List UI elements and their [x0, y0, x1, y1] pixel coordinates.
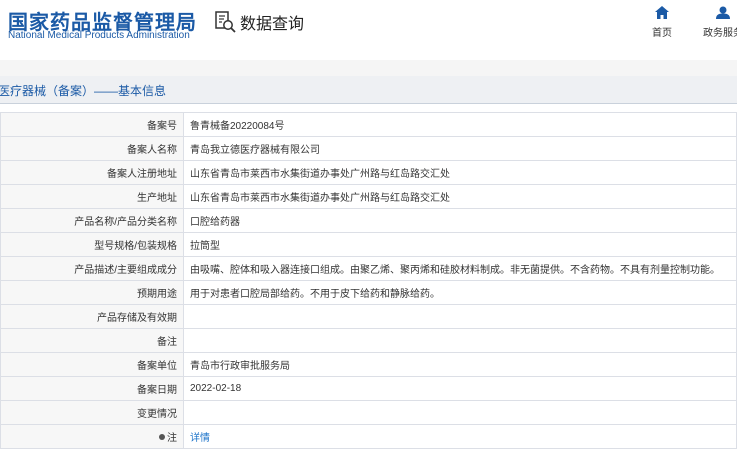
table-row: 备案人注册地址 山东省青岛市莱西市水集街道办事处广州路与红岛路交汇处 — [0, 160, 737, 185]
row-value: 拉筒型 — [183, 232, 737, 257]
row-value: 口腔给药器 — [183, 208, 737, 233]
table-row: 备案日期 2022-02-18 — [0, 376, 737, 401]
table-row: 备案号 鲁青械备20220084号 — [0, 112, 737, 137]
table-row: 变更情况 — [0, 400, 737, 425]
row-value — [183, 304, 737, 329]
search-document-icon — [215, 11, 236, 33]
row-value — [183, 400, 737, 425]
header-divider — [0, 60, 737, 76]
table-row: 备注 — [0, 328, 737, 353]
nav-service[interactable]: 政务服务 — [703, 6, 737, 39]
table-row: 备案人名称 青岛我立德医疗器械有限公司 — [0, 136, 737, 161]
table-row: 备案单位 青岛市行政审批服务局 — [0, 352, 737, 377]
row-label: 备案人注册地址 — [0, 160, 184, 185]
row-value: 2022-02-18 — [183, 376, 737, 401]
row-label: 产品描述/主要组成成分 — [0, 256, 184, 281]
nav-service-label: 政务服务 — [703, 28, 737, 39]
row-label: 型号规格/包装规格 — [0, 232, 184, 257]
table-row: 产品存储及有效期 — [0, 304, 737, 329]
row-value: 用于对患者口腔局部给药。不用于皮下给药和静脉给药。 — [183, 280, 737, 305]
note-label-cell: 注 — [0, 424, 184, 449]
row-label: 备案号 — [0, 112, 184, 137]
site-logo-en: National Medical Products Administration — [8, 30, 190, 41]
table-row: 生产地址 山东省青岛市莱西市水集街道办事处广州路与红岛路交汇处 — [0, 184, 737, 209]
row-label: 备注 — [0, 328, 184, 353]
table-row: 注 详情 — [0, 424, 737, 449]
nav-home-label: 首页 — [652, 28, 672, 39]
row-label: 变更情况 — [0, 400, 184, 425]
record-info-table: 备案号 鲁青械备20220084号 备案人名称 青岛我立德医疗器械有限公司 备案… — [0, 112, 737, 449]
row-label: 备案人名称 — [0, 136, 184, 161]
row-value: 鲁青械备20220084号 — [183, 112, 737, 137]
row-label: 生产地址 — [0, 184, 184, 209]
row-value: 青岛我立德医疗器械有限公司 — [183, 136, 737, 161]
row-label: 产品名称/产品分类名称 — [0, 208, 184, 233]
row-label: 备案单位 — [0, 352, 184, 377]
user-icon — [716, 6, 730, 19]
pin-icon — [159, 434, 165, 441]
nav-home[interactable]: 首页 — [650, 6, 674, 39]
home-icon — [655, 6, 669, 19]
page-title-bar: 医疗器械（备案）——基本信息 — [0, 76, 737, 104]
data-query-title: 数据查询 — [240, 16, 305, 33]
row-label: 预期用途 — [0, 280, 184, 305]
site-header: 国家药品监督管理局 National Medical Products Admi… — [0, 0, 737, 60]
table-row: 产品描述/主要组成成分 由吸嘴、腔体和吸入器连接口组成。由聚乙烯、聚丙烯和硅胶材… — [0, 256, 737, 281]
row-label: 产品存储及有效期 — [0, 304, 184, 329]
row-label: 注 — [167, 433, 177, 444]
details-link[interactable]: 详情 — [183, 424, 737, 449]
row-label: 备案日期 — [0, 376, 184, 401]
row-value: 山东省青岛市莱西市水集街道办事处广州路与红岛路交汇处 — [183, 160, 737, 185]
row-value: 青岛市行政审批服务局 — [183, 352, 737, 377]
row-value: 山东省青岛市莱西市水集街道办事处广州路与红岛路交汇处 — [183, 184, 737, 209]
row-value — [183, 328, 737, 353]
table-row: 产品名称/产品分类名称 口腔给药器 — [0, 208, 737, 233]
data-query-block[interactable]: 数据查询 — [214, 8, 304, 36]
page-title: 医疗器械（备案）——基本信息 — [0, 84, 167, 98]
table-row: 预期用途 用于对患者口腔局部给药。不用于皮下给药和静脉给药。 — [0, 280, 737, 305]
table-row: 型号规格/包装规格 拉筒型 — [0, 232, 737, 257]
row-value: 由吸嘴、腔体和吸入器连接口组成。由聚乙烯、聚丙烯和硅胶材料制成。非无菌提供。不含… — [183, 256, 737, 281]
